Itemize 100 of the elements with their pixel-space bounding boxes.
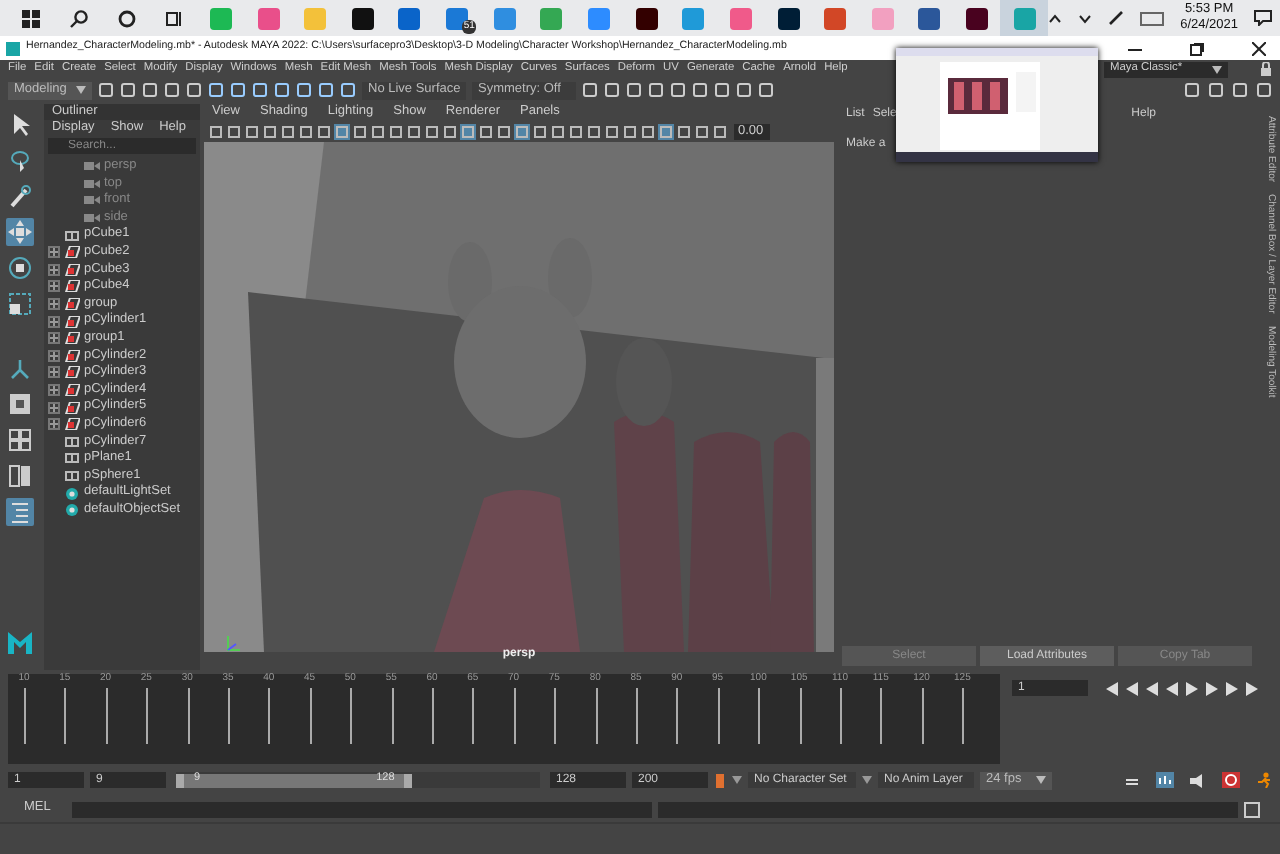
lasso-tool-icon [8,148,32,172]
single-view-icon [8,392,32,416]
plus-icon [50,420,58,429]
select-tool-icon [8,112,32,136]
mesh-icon [64,384,80,397]
toolbar-icon[interactable] [622,124,638,140]
plus-icon [50,317,58,326]
toolbar-icon[interactable] [568,124,584,140]
speaker-icon[interactable] [1190,773,1206,787]
toolbar-icon[interactable] [424,124,440,140]
paint-tool-icon [8,184,32,208]
mesh-icon [64,418,80,431]
toolbar-icon[interactable] [478,124,494,140]
tool-button[interactable] [6,462,34,490]
tool-button[interactable] [6,390,34,418]
close-icon[interactable] [1252,41,1266,55]
toolbar-icon[interactable] [712,124,728,140]
toolbar-icon[interactable] [226,124,242,140]
tool-button[interactable] [6,254,34,282]
list-icon [8,500,32,524]
caret-icon[interactable] [732,776,742,784]
caret-icon [1212,65,1222,73]
mesh-icon [64,366,80,379]
lock-icon[interactable] [1260,62,1272,76]
toolbar-icon[interactable] [676,124,692,140]
toolbar-icon[interactable] [640,124,656,140]
toolbar-icon[interactable] [280,124,296,140]
grid-icon[interactable] [1156,772,1174,788]
running-figure-icon[interactable] [1256,772,1272,788]
keyboard-icon[interactable] [1140,11,1165,25]
caret-icon[interactable] [862,776,872,784]
plus-icon [50,282,58,291]
expand-toggle[interactable] [48,246,60,259]
tool-button[interactable] [6,146,34,174]
mesh-icon [64,263,80,276]
toolbar-icon[interactable] [352,124,368,140]
four-view-icon [8,428,32,452]
tool-button[interactable] [6,182,34,210]
script-editor-icon[interactable] [1244,801,1261,817]
tool-button[interactable] [6,426,34,454]
toolbar-icon[interactable] [694,124,710,140]
expand-toggle[interactable] [48,384,60,397]
toolbar-icon[interactable] [586,124,602,140]
key-icon[interactable] [714,772,726,788]
scale-tool-icon [8,292,32,316]
expand-toggle[interactable] [48,263,60,276]
toolbar-icon[interactable] [262,124,278,140]
caret-icon [76,86,86,94]
tool-button[interactable] [6,290,34,318]
toolbar-icon[interactable] [208,124,224,140]
search-icon[interactable] [69,9,88,27]
play-icon[interactable] [1184,681,1200,695]
mesh-icon [64,332,80,345]
toolbar-icon[interactable] [370,124,386,140]
circle-icon[interactable] [117,9,136,27]
chevron-up-icon[interactable] [1048,11,1063,25]
task-view-icon[interactable] [164,9,183,27]
camera-icon [84,194,100,207]
move-tool-icon [8,220,32,244]
toolbar-icon[interactable] [532,124,548,140]
record-icon[interactable] [1222,772,1240,788]
camera-icon [84,160,100,173]
notification-icon[interactable] [1254,10,1273,26]
rotate-tool-icon [8,256,32,280]
toolbar-icon[interactable] [406,124,422,140]
toolbar-icon[interactable] [496,124,512,140]
camera-icon [84,212,100,225]
command-field[interactable] [72,801,653,817]
chevron-down-icon[interactable] [1078,11,1093,25]
maximize-icon[interactable] [1190,41,1204,55]
expand-toggle[interactable] [48,349,60,362]
toolbar-icon[interactable] [550,124,566,140]
expand-toggle[interactable] [48,315,60,328]
app-icon [6,41,20,55]
start-icon[interactable] [22,9,41,27]
play-back-icon[interactable] [1164,681,1180,695]
caret-icon [1036,776,1046,784]
pen-icon[interactable] [1108,10,1125,26]
expand-toggle[interactable] [48,332,60,345]
toolbar-icon[interactable] [604,124,620,140]
plus-icon [50,368,58,377]
group-icon [64,229,80,242]
expand-toggle[interactable] [48,280,60,293]
mesh-icon [64,298,80,311]
toolbar-icon[interactable] [298,124,314,140]
toolbar-icon[interactable] [316,124,332,140]
tool-button[interactable] [6,354,34,382]
expand-toggle[interactable] [48,401,60,414]
toolbar-icon[interactable] [388,124,404,140]
two-view-icon [8,464,32,488]
plus-icon [50,386,58,395]
loop-icon[interactable] [1124,773,1140,787]
mesh-icon [64,349,80,362]
toolbar-icon[interactable] [244,124,260,140]
plus-icon [50,248,58,257]
expand-toggle[interactable] [48,298,60,311]
expand-toggle[interactable] [48,418,60,431]
expand-toggle[interactable] [48,366,60,379]
toolbar-icon[interactable] [442,124,458,140]
plus-icon [50,265,58,274]
